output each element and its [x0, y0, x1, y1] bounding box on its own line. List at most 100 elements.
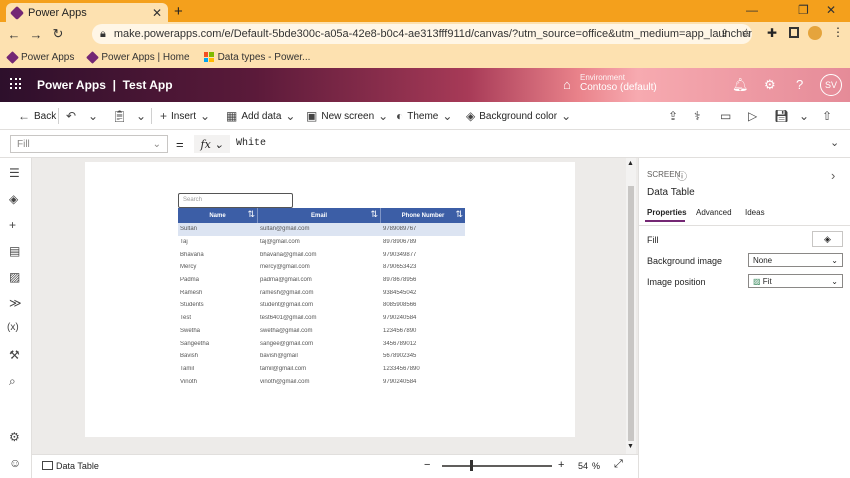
star-icon[interactable]: ☆: [741, 26, 752, 40]
close-window-icon[interactable]: ✕: [826, 3, 836, 17]
cell-name: Students: [180, 302, 204, 309]
new-tab-button[interactable]: +: [174, 3, 183, 20]
scroll-down-icon[interactable]: ▼: [627, 443, 634, 450]
profile-avatar[interactable]: [808, 26, 822, 40]
tab-ideas[interactable]: Ideas: [745, 208, 765, 217]
search-icon[interactable]: ⌕: [9, 374, 16, 389]
advanced-tools-icon[interactable]: ⚒: [9, 348, 20, 362]
image-position-dropdown[interactable]: ▨ Fit ⌄: [748, 274, 843, 288]
tree-view-icon[interactable]: ◈: [9, 192, 18, 206]
bookmark-item[interactable]: Power Apps | Home: [86, 50, 190, 64]
table-row[interactable]: Sultan sultan@gmail.com 9789089767: [178, 223, 465, 236]
back-arrow-icon[interactable]: ←: [6, 27, 22, 42]
insert-button[interactable]: + Insert ⌄: [160, 109, 210, 123]
app-checker-button[interactable]: ⚕: [694, 109, 701, 123]
url-field[interactable]: 🔒︎ make.powerapps.com/e/Default-5bde300c…: [92, 24, 752, 44]
zoom-out-button[interactable]: −: [424, 459, 430, 471]
background-color-button[interactable]: ◈ Background color ⌄: [466, 109, 571, 123]
publish-button[interactable]: ⇧: [822, 109, 832, 123]
property-dropdown[interactable]: Fill ⌄: [10, 135, 168, 153]
add-data-button[interactable]: ▦ Add data ⌄: [226, 109, 295, 123]
expand-formula-icon[interactable]: ⌄: [830, 136, 839, 149]
save-button[interactable]: 💾︎: [774, 109, 789, 123]
table-row[interactable]: Vinoth vinoth@gmail.com 9790240584: [178, 375, 465, 388]
table-row[interactable]: Bavish bavish@gmail 5678902345: [178, 350, 465, 363]
maximize-icon[interactable]: ❐: [798, 3, 809, 17]
search-input[interactable]: Search: [178, 193, 293, 208]
clipboard-icon: 📋︎: [112, 109, 128, 123]
table-row[interactable]: Mercy mercy@gmail.com 8790653423: [178, 261, 465, 274]
background-image-dropdown[interactable]: None ⌄: [748, 253, 843, 267]
table-row[interactable]: Test test6401@gmail.com 9790240584: [178, 312, 465, 325]
table-row[interactable]: Bhavana bhavana@gmail.com 9790349877: [178, 248, 465, 261]
share-icon[interactable]: ⇪: [720, 27, 729, 40]
settings-gear-icon[interactable]: ⚙: [9, 430, 20, 444]
bookmark-item[interactable]: Data types - Power...: [203, 52, 310, 63]
comments-button[interactable]: ▭: [720, 109, 731, 123]
table-row[interactable]: Sangeetha sangee@gmail.com 3456789012: [178, 337, 465, 350]
scrollbar-thumb[interactable]: [628, 186, 634, 441]
data-icon[interactable]: ▤: [9, 244, 20, 258]
menu-icon[interactable]: ⋮: [832, 25, 844, 39]
table-row[interactable]: Padma padma@gmail.com 8978678956: [178, 274, 465, 287]
zoom-in-button[interactable]: +: [558, 459, 564, 471]
fill-color-picker[interactable]: ◈: [812, 231, 843, 247]
formula-input[interactable]: White: [236, 138, 266, 149]
preview-button[interactable]: ▷: [748, 109, 757, 123]
table-row[interactable]: Swetha swetha@gmail.com 1234567890: [178, 325, 465, 338]
tab-advanced[interactable]: Advanced: [696, 208, 732, 217]
share-button[interactable]: ⇪: [668, 109, 678, 123]
power-automate-icon[interactable]: ≫: [9, 296, 22, 310]
back-button[interactable]: ← Back: [18, 109, 56, 123]
chevron-down-icon: ⌄: [561, 109, 572, 123]
column-header-email[interactable]: Email ⇅: [258, 208, 381, 223]
chevron-right-icon[interactable]: ›: [831, 168, 835, 183]
fit-to-window-icon[interactable]: ⤢: [614, 458, 623, 471]
help-icon[interactable]: ?: [796, 77, 803, 92]
column-header-phone[interactable]: Phone Number ⇅: [381, 208, 465, 223]
bell-icon[interactable]: 🔔︎: [732, 77, 749, 93]
sort-icon[interactable]: ⇅: [247, 209, 255, 220]
browser-tab[interactable]: Power Apps ✕: [6, 3, 168, 22]
app-launcher-icon[interactable]: [10, 78, 22, 90]
screen-name[interactable]: Data Table: [56, 461, 99, 471]
extensions-icon[interactable]: ✚: [767, 26, 777, 40]
sort-icon[interactable]: ⇅: [455, 209, 463, 220]
zoom-slider-handle[interactable]: [470, 460, 473, 471]
close-tab-icon[interactable]: ✕: [152, 6, 162, 20]
gear-icon[interactable]: ⚙: [764, 77, 776, 93]
variables-icon[interactable]: (x): [7, 322, 19, 333]
media-icon[interactable]: ▨: [9, 270, 20, 284]
environment-picker[interactable]: Environment Contoso (default): [580, 73, 657, 93]
table-row[interactable]: Students student@gmail.com 8085908566: [178, 299, 465, 312]
reload-icon[interactable]: ↻: [50, 26, 66, 42]
zoom-slider[interactable]: [442, 465, 552, 467]
user-avatar[interactable]: SV: [820, 74, 842, 96]
hamburger-menu-icon[interactable]: ☰: [9, 166, 20, 180]
theme-button[interactable]: ◐ Theme ⌄: [396, 109, 452, 123]
table-row[interactable]: Ramesh ramesh@gmail.com 9384545042: [178, 286, 465, 299]
bookmark-item[interactable]: Power Apps: [6, 50, 74, 64]
help-icon[interactable]: ⓘ: [677, 168, 687, 183]
account-icon[interactable]: ☺: [9, 456, 21, 470]
sidepanel-icon[interactable]: [789, 27, 799, 38]
column-header-name[interactable]: Name ⇅: [178, 208, 258, 223]
sort-icon[interactable]: ⇅: [370, 209, 378, 220]
fx-button[interactable]: fx ⌄: [194, 135, 230, 153]
forward-arrow-icon[interactable]: →: [28, 27, 44, 42]
tab-properties[interactable]: Properties: [647, 208, 687, 217]
new-screen-button[interactable]: ▣ New screen ⌄: [306, 109, 388, 123]
undo-dropdown[interactable]: ⌄: [88, 109, 98, 123]
cell-name: Sultan: [180, 226, 198, 233]
insert-icon[interactable]: +: [9, 218, 16, 232]
save-dropdown[interactable]: ⌄: [799, 109, 809, 123]
table-row[interactable]: Taj taj@gmail.com 8978906789: [178, 236, 465, 249]
paste-dropdown[interactable]: ⌄: [136, 109, 146, 123]
paste-button[interactable]: 📋︎: [112, 109, 127, 123]
undo-button[interactable]: ↶: [66, 109, 76, 123]
canvas-scrollbar[interactable]: ▲ ▼: [626, 158, 636, 454]
minimize-icon[interactable]: —: [746, 3, 758, 17]
scroll-up-icon[interactable]: ▲: [627, 160, 634, 167]
table-row[interactable]: Tamil tamil@gmail.com 12334567890: [178, 363, 465, 376]
data-table[interactable]: Name ⇅ Email ⇅ Phone Number ⇅ Sultan sultan@…: [178, 208, 465, 388]
